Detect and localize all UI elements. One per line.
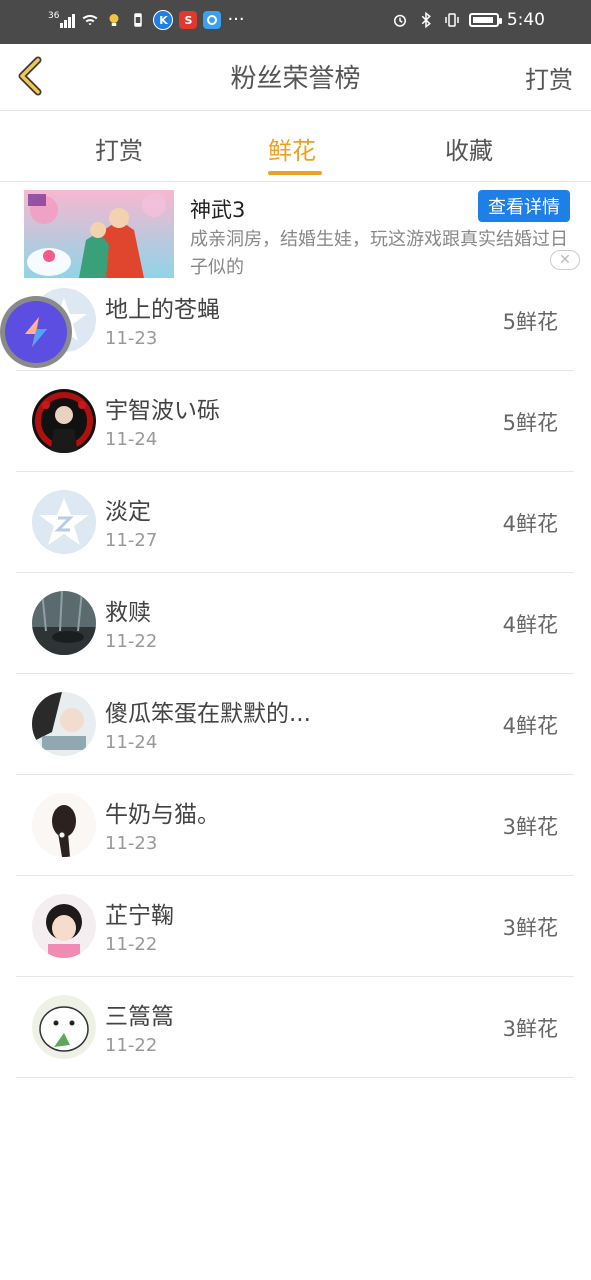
nav-bar: 粉丝荣誉榜 打赏 [0, 44, 591, 111]
flower-count: 3鲜花 [502, 916, 558, 940]
lightning-icon [25, 317, 47, 347]
fan-name: 傻瓜笨蛋在默默的... [105, 701, 311, 727]
fan-date: 11-22 [105, 631, 158, 652]
flower-count: 4鲜花 [502, 613, 558, 637]
flower-count: 3鲜花 [502, 1017, 558, 1041]
flower-count: 5鲜花 [502, 310, 558, 334]
close-icon: ✕ [559, 252, 571, 268]
list-item[interactable]: 傻瓜笨蛋在默默的... 11-24 4鲜花 [16, 674, 574, 775]
alarm-icon [393, 14, 406, 27]
battery-icon [468, 13, 502, 27]
s-app-icon: S [179, 11, 198, 29]
fan-date: 11-23 [105, 833, 158, 854]
floating-assistant-button[interactable] [0, 296, 72, 368]
fan-date: 11-22 [105, 934, 158, 955]
flower-count: 5鲜花 [502, 411, 558, 435]
ad-image[interactable] [24, 190, 174, 278]
avatar [32, 490, 96, 554]
fan-name: 芷宁鞠 [105, 903, 174, 929]
ad-close-button[interactable]: ✕ [550, 250, 580, 270]
fan-name: 救赎 [105, 600, 151, 626]
vibrate-icon [445, 13, 459, 27]
list-item[interactable]: 芷宁鞠 11-22 3鲜花 [16, 876, 574, 977]
fan-name: 三篙篙 [105, 1004, 174, 1030]
fan-list: 地上的苍蝇 11-23 5鲜花 宇智波い砾 11-24 5鲜花 淡定 11-27… [16, 270, 574, 1078]
list-item[interactable]: 三篙篙 11-22 3鲜花 [16, 977, 574, 1078]
reward-button[interactable]: 打赏 [525, 60, 573, 95]
fan-name: 宇智波い砾 [105, 398, 220, 424]
avatar [32, 894, 96, 958]
ad-title: 神武3 [190, 198, 246, 222]
fan-date: 11-27 [105, 530, 158, 551]
list-item[interactable]: 宇智波い砾 11-24 5鲜花 [16, 371, 574, 472]
wifi-icon [82, 14, 98, 26]
fan-date: 11-23 [105, 328, 158, 349]
sim-icon [134, 13, 143, 27]
status-bar: 36 K S ··· 5:40 [0, 0, 591, 44]
bluetooth-icon [421, 11, 431, 29]
avatar [32, 995, 96, 1059]
fan-date: 11-24 [105, 429, 158, 450]
list-item[interactable]: 地上的苍蝇 11-23 5鲜花 [16, 270, 574, 371]
avatar [32, 692, 96, 756]
list-item[interactable]: 淡定 11-27 4鲜花 [16, 472, 574, 573]
more-notifications-icon: ··· [227, 9, 245, 30]
k-app-icon: K [153, 10, 174, 30]
fan-name: 牛奶与猫。 [105, 802, 220, 828]
signal-text: 36 [48, 11, 60, 21]
list-item[interactable]: 救赎 11-22 4鲜花 [16, 573, 574, 674]
cloud-app-icon [203, 11, 222, 29]
avatar [32, 793, 96, 857]
fan-date: 11-22 [105, 1035, 158, 1056]
tab-favorites[interactable]: 收藏 [445, 131, 493, 166]
tab-flowers[interactable]: 鲜花 [268, 131, 316, 166]
flower-count: 3鲜花 [502, 815, 558, 839]
flower-count: 4鲜花 [502, 714, 558, 738]
flower-count: 4鲜花 [502, 512, 558, 536]
active-tab-indicator [268, 171, 322, 175]
fan-name: 淡定 [105, 499, 151, 525]
tab-reward[interactable]: 打赏 [95, 131, 143, 166]
view-details-button[interactable]: 查看详情 [478, 190, 570, 222]
fan-date: 11-24 [105, 732, 158, 753]
avatar [32, 389, 96, 453]
fan-name: 地上的苍蝇 [105, 297, 220, 323]
avatar [32, 591, 96, 655]
ad-banner[interactable]: 神武3 查看详情 成亲洞房，结婚生娃，玩这游戏跟真实结婚过日子似的 ✕ [0, 182, 591, 282]
page-title: 粉丝荣誉榜 [230, 64, 361, 94]
signal-icon: 36 [48, 11, 76, 28]
list-item[interactable]: 牛奶与猫。 11-23 3鲜花 [16, 775, 574, 876]
bulb-icon [109, 14, 119, 26]
status-time: 5:40 [506, 10, 545, 30]
